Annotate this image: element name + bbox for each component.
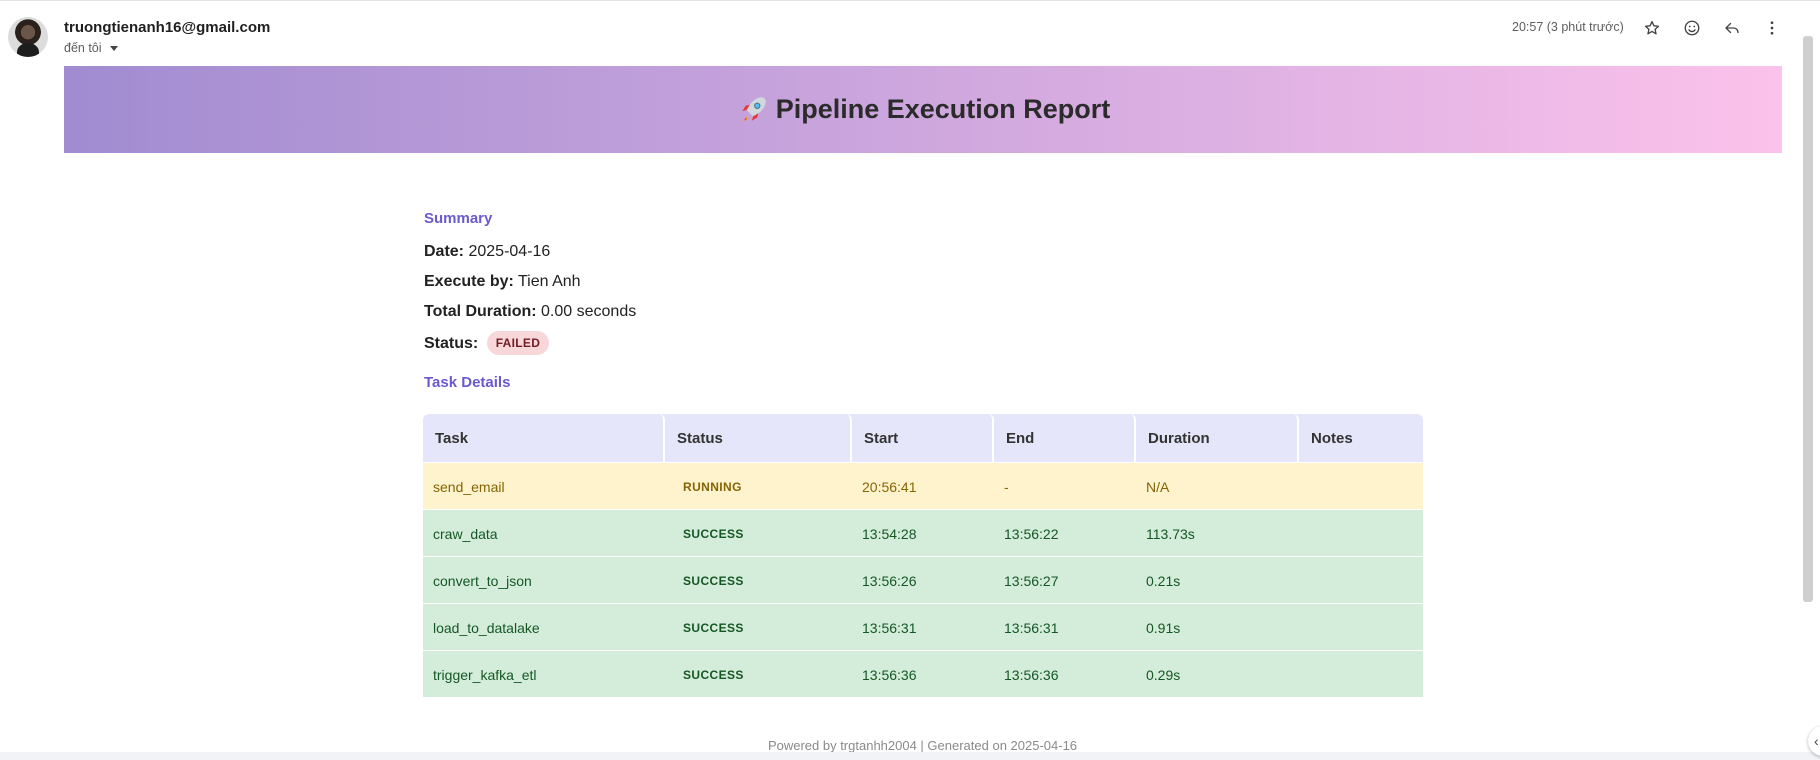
task-duration: 0.21s bbox=[1146, 572, 1181, 589]
task-status: SUCCESS bbox=[683, 620, 744, 635]
task-name: convert_to_json bbox=[433, 572, 532, 589]
table-row: send_email RUNNING 20:56:41 - N/A bbox=[423, 462, 1423, 509]
sender-email[interactable]: truongtienanh16@gmail.com bbox=[64, 19, 270, 36]
recipient-dropdown[interactable]: đến tôi bbox=[64, 41, 118, 55]
task-table: Task Status Start End Duration Notes sen… bbox=[423, 414, 1423, 697]
total-duration-field: Total Duration: 0.00 seconds bbox=[424, 303, 636, 321]
total-duration-label: Total Duration: bbox=[424, 303, 537, 320]
task-name: trigger_kafka_etl bbox=[433, 666, 537, 683]
column-header-end: End bbox=[994, 414, 1136, 462]
table-row: convert_to_json SUCCESS 13:56:26 13:56:2… bbox=[423, 556, 1423, 603]
task-end: 13:56:22 bbox=[1004, 525, 1059, 542]
status-badge: FAILED bbox=[486, 331, 550, 355]
status-label: Status: bbox=[424, 335, 479, 353]
more-vert-icon[interactable] bbox=[1760, 16, 1784, 40]
task-details-heading: Task Details bbox=[424, 374, 511, 391]
report-title: Pipeline Execution Report bbox=[736, 93, 1111, 127]
column-header-duration: Duration bbox=[1136, 414, 1299, 462]
task-start: 13:56:36 bbox=[862, 666, 917, 683]
task-name: send_email bbox=[433, 478, 505, 495]
reply-icon[interactable] bbox=[1720, 16, 1744, 40]
date-label: Date: bbox=[424, 243, 465, 260]
table-row: trigger_kafka_etl SUCCESS 13:56:36 13:56… bbox=[423, 650, 1423, 697]
task-status: RUNNING bbox=[683, 479, 742, 494]
emoji-icon[interactable] bbox=[1680, 16, 1704, 40]
executed-by-value: Tien Anh bbox=[517, 273, 581, 290]
task-status: SUCCESS bbox=[683, 667, 744, 682]
task-notes bbox=[1299, 651, 1423, 698]
task-start: 20:56:41 bbox=[862, 478, 917, 495]
report-title-text: Pipeline Execution Report bbox=[775, 94, 1111, 124]
task-end: 13:56:27 bbox=[1004, 572, 1059, 589]
task-status: SUCCESS bbox=[683, 526, 744, 541]
chevron-down-icon bbox=[109, 46, 118, 51]
task-notes bbox=[1299, 557, 1423, 604]
task-notes bbox=[1299, 463, 1423, 510]
vertical-scrollbar[interactable] bbox=[1803, 36, 1813, 602]
email-timestamp: 20:57 (3 phút trước) bbox=[1512, 20, 1624, 34]
date-value: 2025-04-16 bbox=[468, 243, 551, 260]
task-name: load_to_datalake bbox=[433, 619, 540, 636]
task-name: craw_data bbox=[433, 525, 498, 542]
column-header-status: Status bbox=[665, 414, 852, 462]
task-start: 13:54:28 bbox=[862, 525, 917, 542]
task-duration: 0.91s bbox=[1146, 619, 1181, 636]
task-status: SUCCESS bbox=[683, 573, 744, 588]
total-duration-value: 0.00 seconds bbox=[541, 303, 637, 320]
task-notes bbox=[1299, 510, 1423, 557]
bottom-strip bbox=[0, 752, 1820, 760]
task-notes bbox=[1299, 604, 1423, 651]
task-end: 13:56:31 bbox=[1004, 619, 1059, 636]
summary-heading: Summary bbox=[424, 210, 493, 227]
task-start: 13:56:31 bbox=[862, 619, 917, 636]
executed-by-field: Execute by: Tien Anh bbox=[424, 273, 581, 291]
task-end: - bbox=[1004, 478, 1009, 495]
task-duration: 0.29s bbox=[1146, 666, 1181, 683]
recipient-label: đến tôi bbox=[64, 41, 102, 55]
table-row: load_to_datalake SUCCESS 13:56:31 13:56:… bbox=[423, 603, 1423, 650]
task-end: 13:56:36 bbox=[1004, 666, 1059, 683]
task-duration: N/A bbox=[1146, 478, 1170, 495]
column-header-notes: Notes bbox=[1311, 429, 1353, 447]
avatar[interactable] bbox=[8, 17, 48, 57]
report-footer: Powered by trgtanhh2004 | Generated on 2… bbox=[767, 738, 1078, 753]
star-icon[interactable] bbox=[1640, 16, 1664, 40]
email-sender-header: truongtienanh16@gmail.com đến tôi 20:57 … bbox=[0, 0, 1800, 64]
date-field: Date: 2025-04-16 bbox=[424, 243, 550, 261]
email-view: truongtienanh16@gmail.com đến tôi 20:57 … bbox=[0, 0, 1820, 760]
task-duration: 113.73s bbox=[1146, 525, 1195, 542]
column-header-task: Task bbox=[423, 414, 665, 462]
status-field: Status: FAILED bbox=[424, 331, 550, 356]
task-table-header: Task Status Start End Duration Notes bbox=[423, 414, 1423, 462]
report-banner: Pipeline Execution Report bbox=[64, 66, 1782, 153]
executed-by-label: Execute by: bbox=[424, 273, 514, 290]
rocket-icon bbox=[742, 96, 766, 122]
column-header-start: Start bbox=[852, 414, 994, 462]
table-row: craw_data SUCCESS 13:54:28 13:56:22 113.… bbox=[423, 509, 1423, 556]
task-start: 13:56:26 bbox=[862, 572, 917, 589]
